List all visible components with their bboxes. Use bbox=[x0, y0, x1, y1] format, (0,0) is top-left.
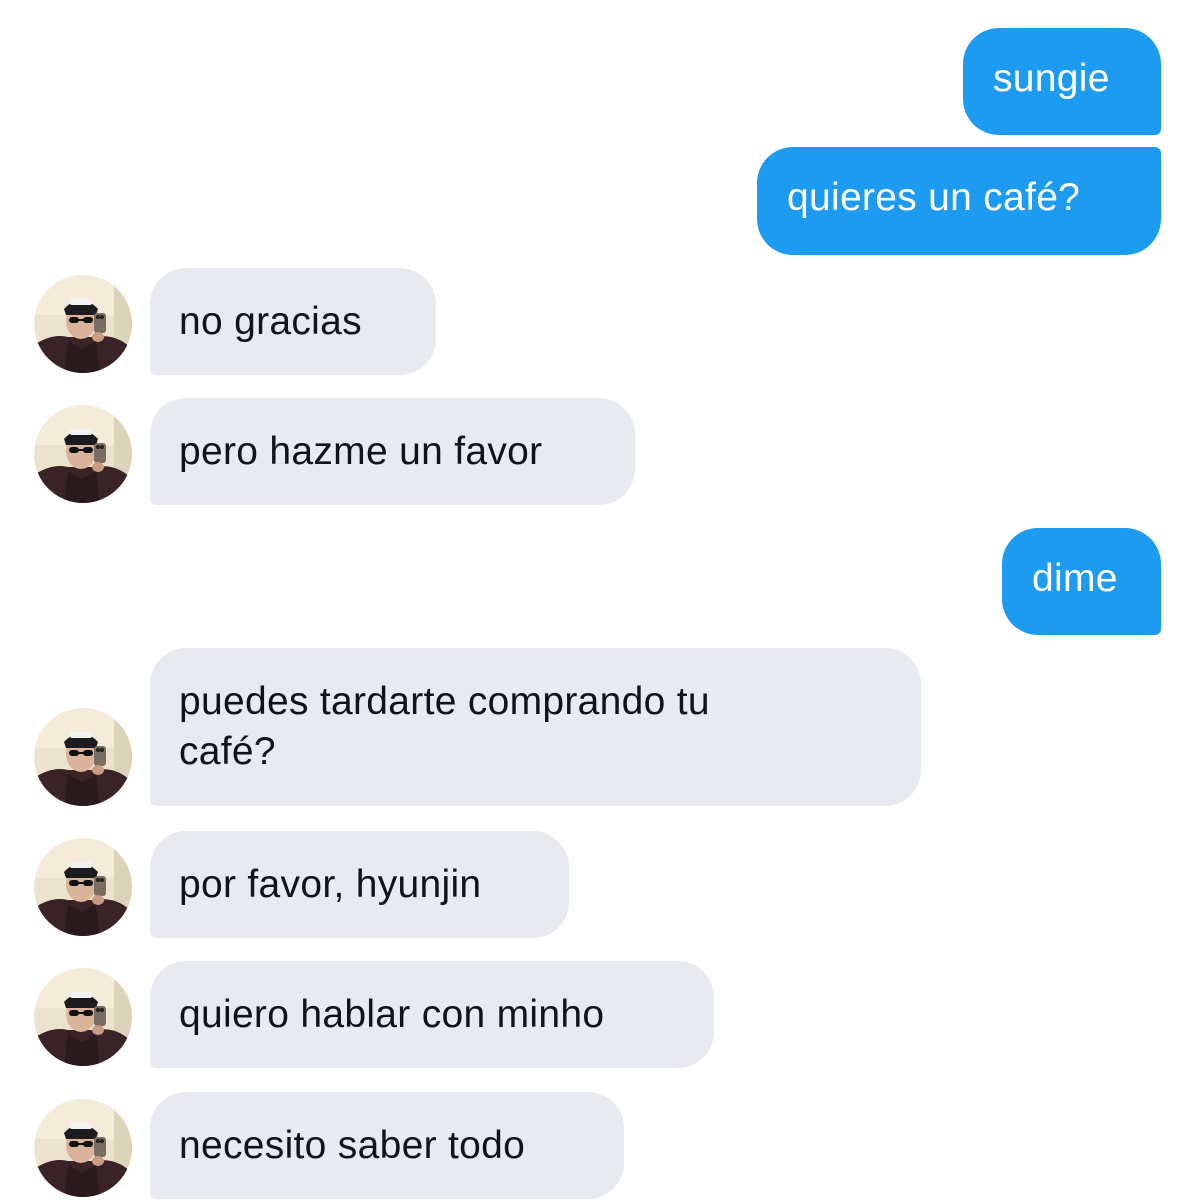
avatar-image bbox=[34, 275, 132, 373]
message-sent-sungie[interactable]: sungie bbox=[963, 28, 1161, 135]
avatar-image bbox=[34, 708, 132, 806]
message-text: no gracias bbox=[179, 300, 362, 343]
message-text: dime bbox=[1032, 557, 1118, 600]
message-text: quieres un café? bbox=[787, 176, 1081, 219]
avatar-image bbox=[34, 1099, 132, 1197]
message-received-no-gracias[interactable]: no gracias bbox=[150, 268, 436, 375]
message-received-por-favor-hyunjin[interactable]: por favor, hyunjin bbox=[150, 831, 569, 938]
message-sent-dime[interactable]: dime bbox=[1002, 528, 1161, 635]
message-text: necesito saber todo bbox=[179, 1124, 526, 1167]
message-received-pero-hazme-un-favor[interactable]: pero hazme un favor bbox=[150, 398, 635, 505]
avatar-image bbox=[34, 968, 132, 1066]
message-text: sungie bbox=[993, 57, 1110, 100]
message-text: quiero hablar con minho bbox=[179, 993, 605, 1036]
contact-avatar[interactable] bbox=[34, 968, 132, 1066]
contact-avatar[interactable] bbox=[34, 1099, 132, 1197]
contact-avatar[interactable] bbox=[34, 838, 132, 936]
message-received-quiero-hablar-con-minho[interactable]: quiero hablar con minho bbox=[150, 961, 714, 1068]
avatar-image bbox=[34, 838, 132, 936]
message-text-line-1: puedes tardarte comprando tu bbox=[179, 680, 710, 723]
contact-avatar[interactable] bbox=[34, 708, 132, 806]
message-text-line-2: café? bbox=[179, 730, 276, 773]
message-text: pero hazme un favor bbox=[179, 430, 543, 473]
avatar-image bbox=[34, 405, 132, 503]
contact-avatar[interactable] bbox=[34, 275, 132, 373]
message-sent-quieres-un-cafe[interactable]: quieres un café? bbox=[757, 147, 1161, 255]
message-received-puedes-tardarte[interactable]: puedes tardarte comprando tu café? bbox=[150, 648, 921, 806]
message-text: por favor, hyunjin bbox=[179, 863, 482, 906]
message-received-necesito-saber-todo[interactable]: necesito saber todo bbox=[150, 1092, 624, 1199]
contact-avatar[interactable] bbox=[34, 405, 132, 503]
